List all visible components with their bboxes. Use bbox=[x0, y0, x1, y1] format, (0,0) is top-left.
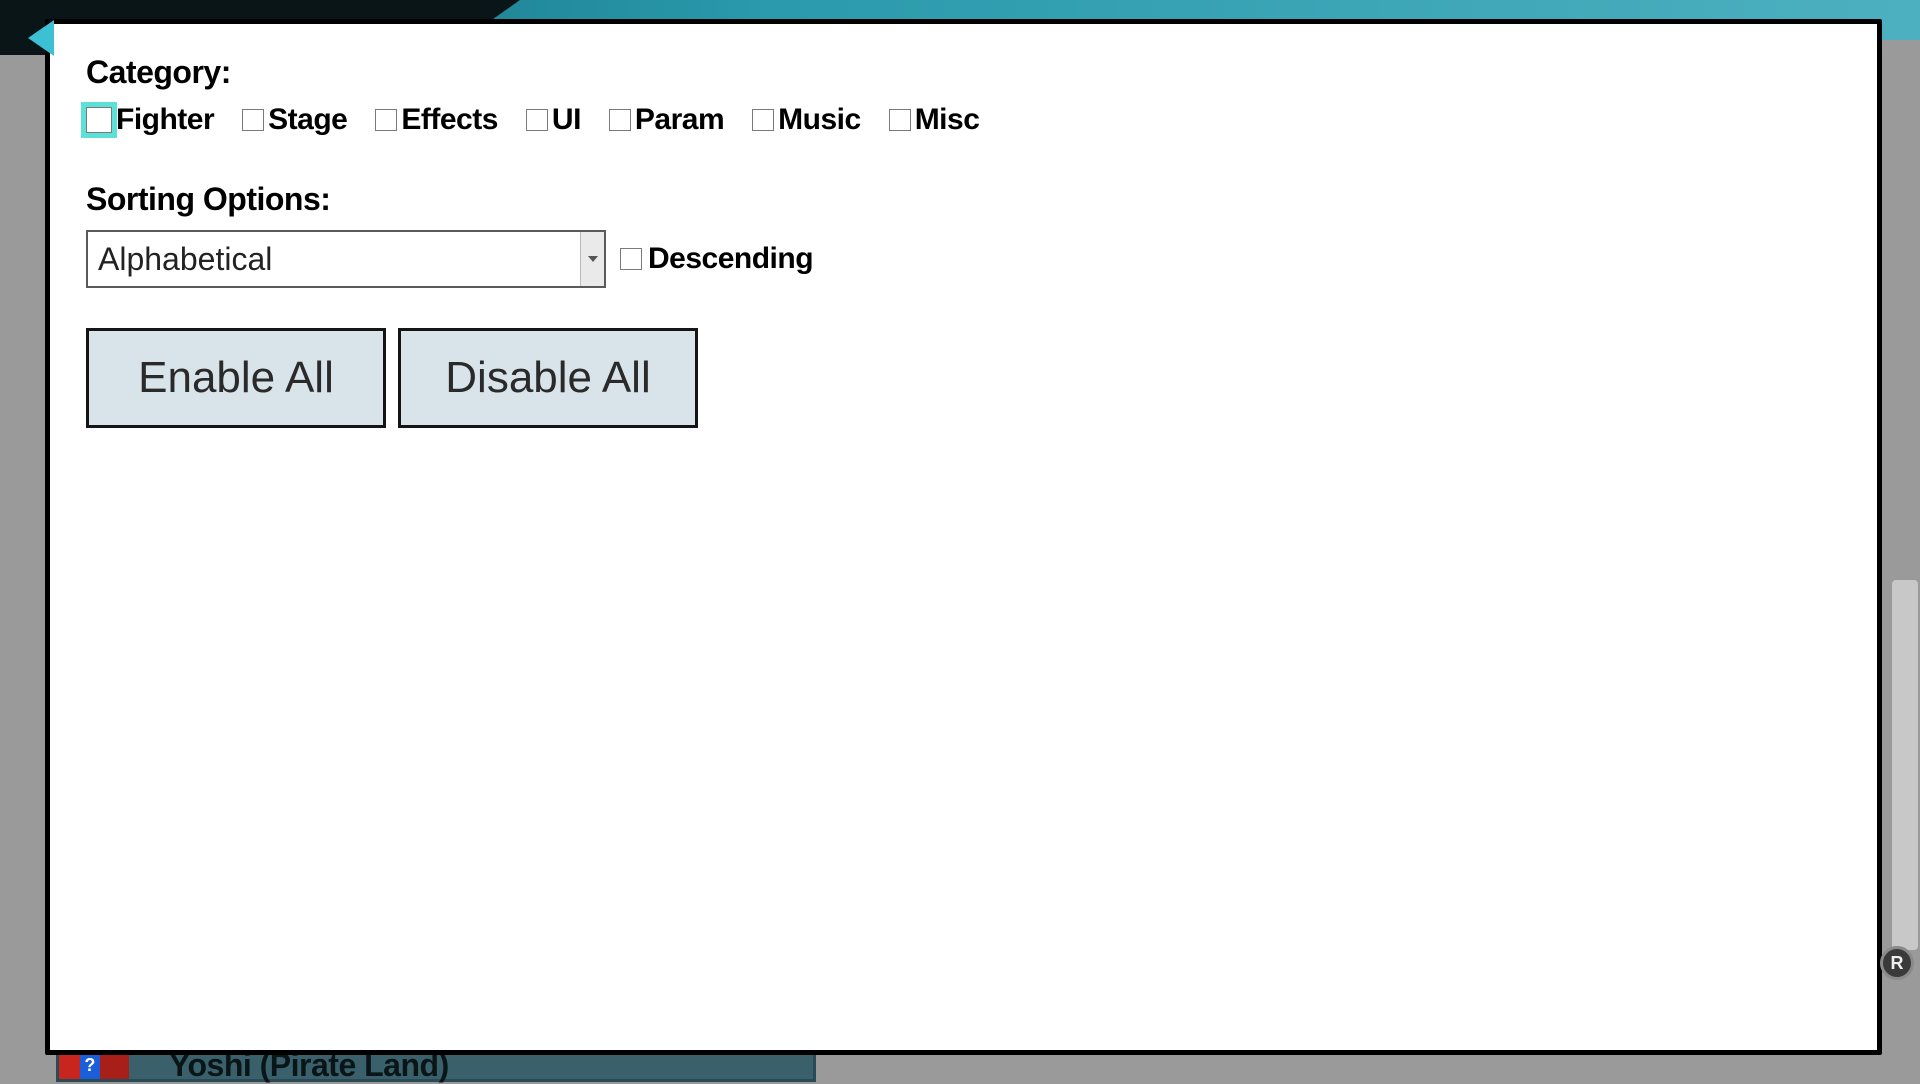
category-checkbox-row: Fighter Stage Effects UI Param Music bbox=[86, 103, 1841, 137]
descending-option: Descending bbox=[620, 242, 813, 276]
list-item-behind: ? Yoshi (Pirate Land) bbox=[56, 1052, 816, 1082]
checkbox-ui[interactable] bbox=[526, 109, 548, 131]
checkbox-label: Fighter bbox=[116, 103, 214, 137]
checkbox-fighter[interactable] bbox=[86, 107, 112, 133]
category-item-fighter: Fighter bbox=[86, 103, 214, 137]
checkbox-label: UI bbox=[552, 103, 581, 137]
question-icon: ? bbox=[80, 1052, 101, 1079]
sort-select[interactable]: Alphabetical bbox=[86, 230, 606, 288]
chevron-down-icon[interactable] bbox=[580, 232, 604, 286]
category-item-music: Music bbox=[752, 103, 861, 137]
checkbox-label: Stage bbox=[268, 103, 347, 137]
category-item-ui: UI bbox=[526, 103, 581, 137]
dialog-panel: Category: Fighter Stage Effects UI Param bbox=[45, 19, 1882, 1055]
checkbox-label: Music bbox=[778, 103, 861, 137]
scrollbar[interactable] bbox=[1892, 580, 1918, 950]
sorting-heading: Sorting Options: bbox=[86, 181, 1841, 218]
sort-select-value: Alphabetical bbox=[88, 232, 580, 286]
category-item-stage: Stage bbox=[242, 103, 347, 137]
checkbox-music[interactable] bbox=[752, 109, 774, 131]
checkbox-descending[interactable] bbox=[620, 248, 642, 270]
checkbox-label: Descending bbox=[648, 242, 813, 276]
category-item-misc: Misc bbox=[889, 103, 980, 137]
checkbox-stage[interactable] bbox=[242, 109, 264, 131]
checkbox-param[interactable] bbox=[609, 109, 631, 131]
sorting-row: Alphabetical Descending bbox=[86, 230, 1841, 288]
r-button-badge: R bbox=[1880, 946, 1914, 980]
checkbox-label: Effects bbox=[401, 103, 498, 137]
action-button-row: Enable All Disable All bbox=[86, 328, 1841, 428]
checkbox-misc[interactable] bbox=[889, 109, 911, 131]
checkbox-effects[interactable] bbox=[375, 109, 397, 131]
category-item-param: Param bbox=[609, 103, 724, 137]
enable-all-button[interactable]: Enable All bbox=[86, 328, 386, 428]
item-color-swatch: ? bbox=[59, 1052, 129, 1079]
checkbox-label: Param bbox=[635, 103, 724, 137]
category-heading: Category: bbox=[86, 54, 1841, 91]
category-item-effects: Effects bbox=[375, 103, 498, 137]
back-arrow-icon[interactable] bbox=[28, 20, 54, 56]
checkbox-label: Misc bbox=[915, 103, 980, 137]
disable-all-button[interactable]: Disable All bbox=[398, 328, 698, 428]
